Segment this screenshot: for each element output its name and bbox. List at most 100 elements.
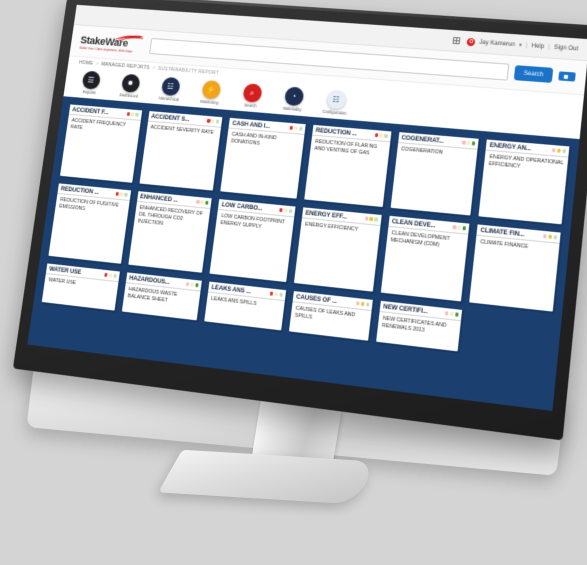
help-link[interactable]: Help: [531, 43, 544, 50]
status-dot-red: [279, 208, 283, 212]
materiality-icon: ◔: [283, 86, 304, 107]
report-card[interactable]: ACCIDENT F... ACCIDENT FREQUENCY RATE: [58, 103, 143, 184]
nav-item-dashboard[interactable]: ✹ Dashboard: [116, 73, 145, 99]
status-dot-green: [384, 134, 388, 138]
status-dot-yellow: [466, 141, 471, 145]
card-header: CLIMATE FIN...: [476, 224, 561, 244]
report-card[interactable]: REDUCTION ... REDUCTION OF FLARING AND VE…: [303, 123, 393, 209]
card-header: CAUSES OF ...: [292, 291, 373, 312]
card-row: WATER USE WATER USE HAZARDOUS... HAZARDOUS …: [40, 262, 553, 363]
report-card[interactable]: CLEAN DEVE... CLEAN DEVELOPMENT MECHANISM…: [379, 214, 471, 303]
status-dot-green: [135, 113, 139, 117]
reports-icon: ☰: [81, 70, 101, 90]
brand-name-stake: Stake: [79, 34, 107, 48]
status-dot-yellow: [274, 292, 279, 297]
status-dot-yellow: [211, 119, 215, 124]
status-indicator: [364, 216, 379, 222]
report-card[interactable]: ENHANCED ... ENHANCED RECOVERY OF OIL THR…: [126, 190, 214, 274]
separator-2: |: [547, 43, 551, 51]
nav-item-reports[interactable]: ☰ Reports: [76, 70, 104, 95]
brand-logo[interactable]: StakeWare Stake Your Claim Anywhere, Wit…: [79, 29, 147, 58]
screen: O Jay Kamerun ▾ | Help | Sign Out StakeW…: [27, 4, 587, 411]
status-dot-yellow: [457, 225, 462, 230]
desktop-monitor-scene: O Jay Kamerun ▾ | Help | Sign Out StakeW…: [0, 0, 587, 565]
nav-item-label: Search: [243, 102, 258, 109]
report-card[interactable]: CAUSES OF ... CAUSES OF LEAKS AND SPILLS: [287, 289, 374, 342]
user-badge-icon: O: [466, 37, 476, 46]
card-header: NEW CERTIFI...: [379, 300, 463, 322]
flag-button[interactable]: [558, 71, 576, 82]
report-card[interactable]: ACCIDENT S... ACCIDENT SEVERITY RATE: [138, 110, 224, 192]
nav-item-hierarchical[interactable]: ☳ Hierarchical: [156, 76, 185, 102]
nav-item-search[interactable]: ⌕ Search: [237, 83, 266, 109]
report-card[interactable]: NEW CERTIFI... NEW CERTIFICATES AND RENEW…: [374, 299, 464, 353]
card-body: NEW CERTIFICATES AND RENEWALS 2013: [381, 315, 447, 334]
report-card[interactable]: CLIMATE FIN... CLIMATE FINANCE: [468, 223, 562, 313]
status-dot-green: [471, 141, 476, 146]
status-dot-red: [206, 119, 211, 123]
status-dot-yellow: [294, 126, 298, 131]
nav-item-monitoring[interactable]: ⚡ Monitoring: [196, 79, 225, 106]
status-dot-green: [215, 119, 220, 124]
report-card[interactable]: LEAKS ANS ... LEAKS ANS SPILLS: [203, 280, 288, 332]
status-indicator: [289, 126, 303, 131]
report-card[interactable]: REDUCTION ... REDUCTION OF FUGITIVE EMISS…: [47, 182, 132, 265]
sign-out-link[interactable]: Sign Out: [554, 44, 579, 52]
card-body: CAUSES OF LEAKS AND SPILLS: [294, 305, 356, 321]
nav-item-label: Hierarchical: [158, 95, 180, 102]
card-body: LEAKS ANS SPILLS: [210, 295, 257, 308]
report-card[interactable]: ENERGY AN... ENERGY AND OPERATIONAL EFFIC…: [477, 138, 571, 226]
status-dot-yellow: [119, 192, 124, 197]
status-dot-red: [551, 148, 556, 153]
status-indicator: [543, 234, 558, 240]
card-header: COGENERAT...: [397, 132, 480, 150]
card-title: ENERGY AN...: [489, 141, 532, 152]
status-dot-red: [444, 311, 449, 316]
status-dot-green: [365, 302, 370, 307]
search-button[interactable]: Search: [513, 65, 554, 83]
status-dot-red: [269, 291, 274, 296]
configuration-icon: ☷: [325, 89, 347, 110]
report-card[interactable]: HAZARDOUS... HAZARDOUS WASTE BALANCE SHEE…: [120, 271, 203, 322]
monitor: O Jay Kamerun ▾ | Help | Sign Out StakeW…: [12, 0, 587, 441]
card-body: CLEAN DEVELOPMENT MECHANISM (CDM): [390, 230, 451, 249]
chevron-down-icon[interactable]: ▾: [519, 42, 522, 48]
report-card[interactable]: LOW CARBO... LOW CARBON FOOTPRINT ENERGY …: [208, 198, 297, 284]
status-dot-green: [374, 217, 379, 222]
status-dot-green: [454, 312, 459, 317]
report-card[interactable]: COGENERAT... COGENERATION: [389, 131, 481, 217]
card-title: CAUSES OF ...: [295, 292, 338, 305]
user-name-label[interactable]: Jay Kamerun: [479, 39, 515, 47]
report-card[interactable]: ENERGY EFF... ENERGY EFFICIENCY: [292, 206, 383, 293]
hierarchical-icon: ☳: [160, 76, 181, 97]
breadcrumb-separator-1: >: [95, 61, 99, 68]
card-title: CLIMATE FIN...: [480, 226, 525, 238]
status-dot-green: [562, 149, 566, 153]
card-title: COGENERAT...: [401, 133, 445, 145]
search-icon: ⌕: [241, 83, 263, 103]
card-body: ACCIDENT SEVERITY RATE: [150, 124, 215, 136]
nav-item-materiality[interactable]: ◔ Materiality: [279, 86, 309, 112]
card-header: ENERGY AN...: [485, 139, 570, 158]
report-cards-board: ACCIDENT F... ACCIDENT FREQUENCY RATE ACCI…: [27, 96, 580, 411]
breadcrumb-item-managed-reports[interactable]: MANAGED REPORTS: [101, 62, 150, 71]
status-dot-red: [355, 301, 360, 306]
status-indicator: [461, 140, 476, 146]
breadcrumb-item-home[interactable]: HOME: [79, 60, 94, 67]
status-dot-red: [104, 273, 108, 277]
grid-icon[interactable]: [452, 36, 461, 45]
card-body: COGENERATION: [400, 146, 444, 156]
status-indicator: [126, 112, 139, 117]
status-dot-red: [126, 112, 130, 116]
card-body: ENHANCED RECOVERY OF OIL THROUGH CO2 INJ…: [137, 204, 204, 227]
report-card[interactable]: WATER USE WATER USE: [40, 262, 121, 312]
report-card[interactable]: CASH AND I... CASH AND IN-KIND DONATIONS: [219, 116, 307, 200]
status-dot-green: [553, 235, 558, 240]
card-body: CASH AND IN-KIND DONATIONS: [230, 131, 277, 147]
nav-item-configuration[interactable]: ☷ Configuration: [321, 89, 351, 116]
status-dot-red: [185, 282, 190, 286]
nav-item-label: Dashboard: [119, 92, 139, 99]
status-dot-green: [279, 292, 283, 297]
card-body: LOW CARBON FOOTPRINT ENERGY SUPPLY: [219, 213, 286, 231]
status-indicator: [196, 200, 209, 205]
